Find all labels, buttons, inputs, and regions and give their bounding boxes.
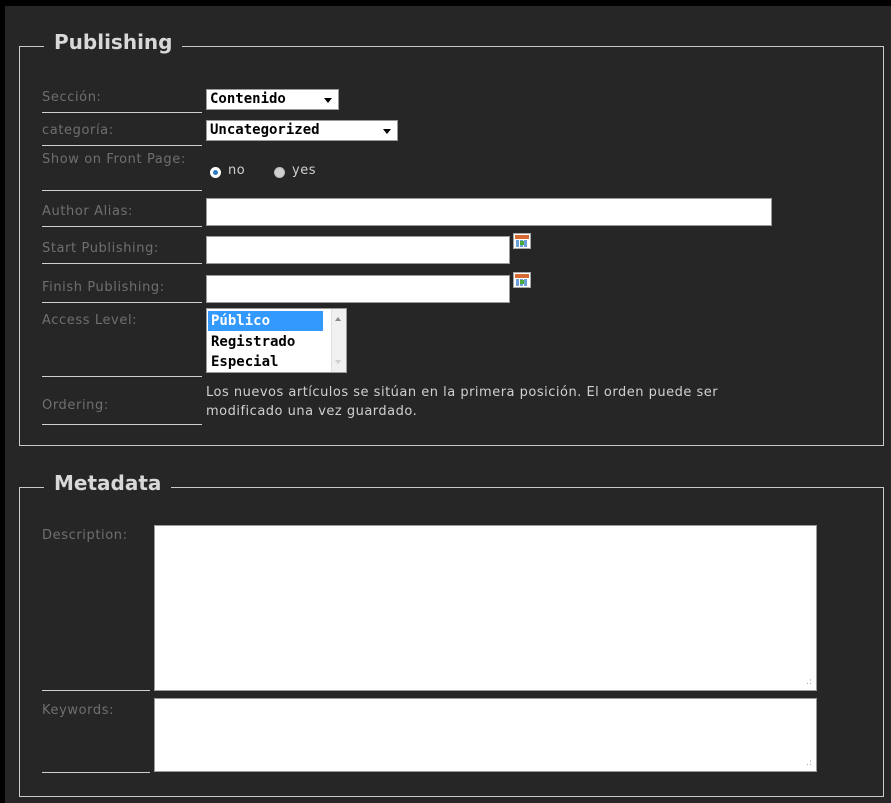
- calendar-icon[interactable]: [513, 272, 531, 288]
- category-select-value: Uncategorized: [210, 122, 320, 138]
- keywords-label-underline: [42, 772, 150, 773]
- calendar-icon[interactable]: [513, 233, 531, 249]
- front-page-radio-yes[interactable]: [274, 167, 285, 178]
- author-alias-input[interactable]: [206, 198, 772, 226]
- calendar-icon-mark: [520, 280, 524, 284]
- publishing-legend: Publishing: [44, 27, 183, 57]
- metadata-legend: Metadata: [44, 468, 172, 498]
- category-select[interactable]: Uncategorized: [206, 120, 398, 141]
- front-page-radio-no-label: no: [228, 163, 246, 178]
- ordering-label-underline: [42, 424, 202, 425]
- category-label-underline: [42, 145, 202, 146]
- access-level-scrollbar[interactable]: [331, 309, 346, 372]
- description-label-underline: [42, 690, 150, 691]
- finish-publishing-label: Finish Publishing:: [42, 280, 165, 295]
- description-label: Description:: [42, 528, 128, 543]
- finish-publishing-input[interactable]: [206, 275, 510, 303]
- window-top-border: [0, 0, 891, 6]
- finish-publishing-label-underline: [42, 302, 202, 303]
- calendar-icon-header: [515, 274, 529, 278]
- section-select-value: Contenido: [210, 91, 286, 107]
- section-select[interactable]: Contenido: [206, 89, 339, 110]
- access-level-label: Access Level:: [42, 313, 138, 328]
- scroll-up-icon[interactable]: [335, 317, 341, 321]
- access-level-label-underline: [42, 376, 202, 377]
- access-level-option[interactable]: Registrado: [208, 332, 333, 352]
- window-left-border: [0, 0, 5, 803]
- keywords-label: Keywords:: [42, 703, 115, 718]
- access-level-option[interactable]: Público: [208, 311, 323, 331]
- ordering-text-line1: Los nuevos artículos se sitúan en la pri…: [206, 385, 719, 400]
- section-label: Sección:: [42, 90, 102, 105]
- access-level-option[interactable]: Especial: [208, 352, 333, 372]
- category-label: categoría:: [42, 123, 114, 138]
- keywords-textarea[interactable]: .:: [154, 698, 817, 772]
- author-alias-label-underline: [42, 226, 202, 227]
- ordering-label: Ordering:: [42, 398, 109, 413]
- scroll-down-icon[interactable]: [335, 360, 341, 364]
- resize-grip-icon[interactable]: .:: [806, 759, 812, 768]
- front-page-label: Show on Front Page:: [42, 152, 186, 167]
- ordering-text-line2: modificado una vez guardado.: [206, 404, 418, 419]
- start-publishing-input[interactable]: [206, 236, 510, 264]
- section-label-underline: [42, 112, 202, 113]
- chevron-down-icon: [324, 98, 332, 103]
- front-page-label-underline: [42, 190, 202, 191]
- chevron-down-icon: [383, 129, 391, 134]
- calendar-icon-mark: [520, 241, 524, 245]
- start-publishing-label-underline: [42, 263, 202, 264]
- access-level-listbox[interactable]: Público Registrado Especial: [206, 308, 347, 373]
- front-page-radio-yes-label: yes: [292, 163, 316, 178]
- description-textarea[interactable]: .:: [154, 525, 817, 691]
- resize-grip-icon[interactable]: .:: [806, 678, 812, 687]
- calendar-icon-header: [515, 235, 529, 239]
- author-alias-label: Author Alias:: [42, 204, 133, 219]
- start-publishing-label: Start Publishing:: [42, 241, 159, 256]
- front-page-radio-no[interactable]: [210, 167, 221, 178]
